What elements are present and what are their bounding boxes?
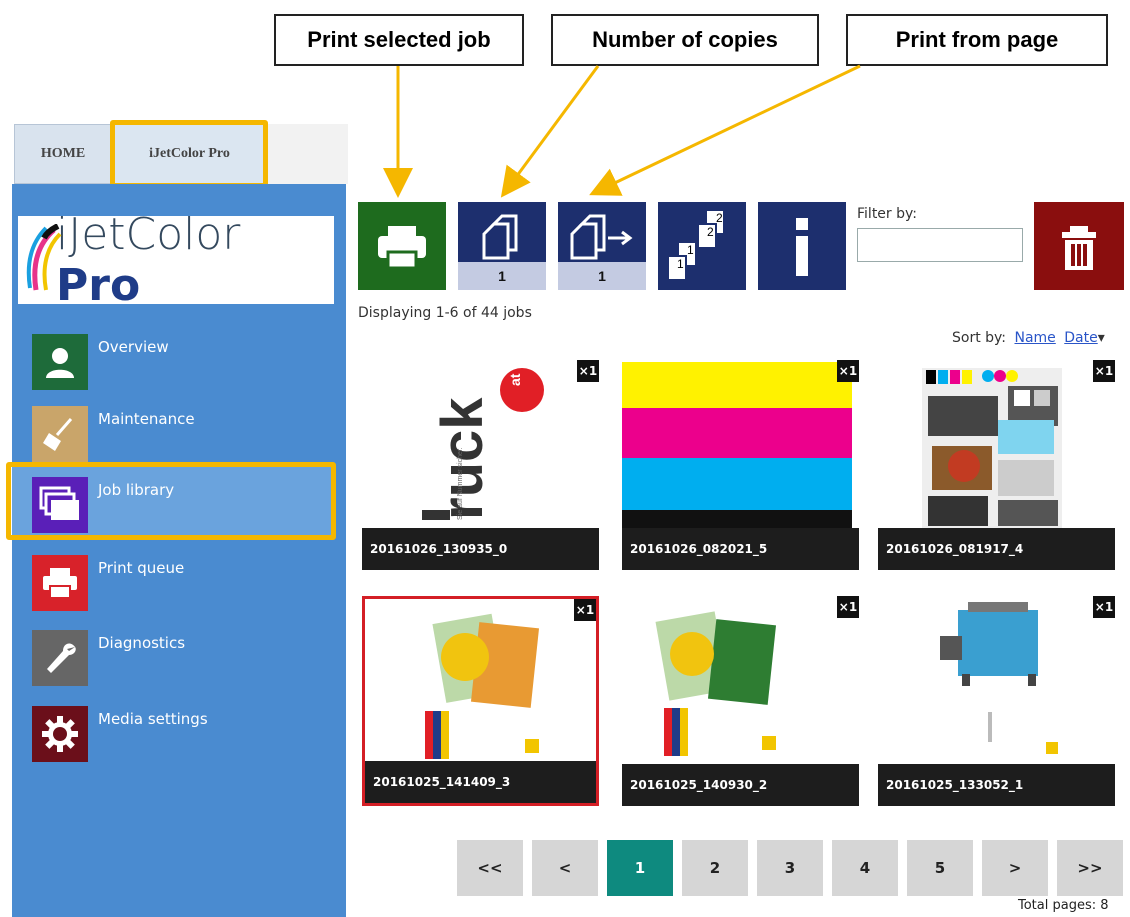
- sort-by-date-link[interactable]: Date: [1064, 330, 1097, 346]
- trash-icon: [1062, 226, 1096, 270]
- job-thumbnail: [878, 596, 1115, 764]
- page-order-button[interactable]: 2 2 1 1: [658, 202, 746, 290]
- callout-number-of-copies: Number of copies: [551, 14, 819, 66]
- job-card[interactable]: ×1 20161025_140930_2: [622, 596, 859, 806]
- job-name: 20161025_140930_2: [622, 764, 859, 806]
- sidebar-item-diagnostics[interactable]: Diagnostics: [32, 630, 332, 686]
- from-page-value: 1: [558, 262, 646, 290]
- pagination-prev-button[interactable]: <: [532, 840, 598, 896]
- pagination-page-1[interactable]: 1: [607, 840, 673, 896]
- filter-input[interactable]: [857, 228, 1023, 262]
- callout-print-selected-job: Print selected job: [274, 14, 524, 66]
- page-arrow-icon: [570, 214, 633, 260]
- callout-print-from-page: Print from page: [846, 14, 1108, 66]
- copies-badge: ×1: [577, 360, 599, 382]
- pagination-first-button[interactable]: <<: [457, 840, 523, 896]
- job-card[interactable]: at ruck Sie auf Nummer sicher. ×1 201610…: [362, 360, 599, 570]
- copies-badge: ×1: [1093, 596, 1115, 618]
- job-name: 20161026_082021_5: [622, 528, 859, 570]
- sort-by-name-link[interactable]: Name: [1014, 330, 1055, 346]
- job-card[interactable]: ×1 20161026_082021_5: [622, 360, 859, 570]
- svg-text:Sie auf Nummer sicher.: Sie auf Nummer sicher.: [457, 447, 464, 520]
- pagination-page-4[interactable]: 4: [832, 840, 898, 896]
- copies-badge: ×1: [837, 360, 859, 382]
- job-count-status: Displaying 1-6 of 44 jobs: [358, 305, 532, 321]
- tab-ijetcolor-pro[interactable]: iJetColor Pro: [112, 124, 267, 184]
- job-name: 20161025_133052_1: [878, 764, 1115, 806]
- sidebar-item-label: Media settings: [98, 710, 208, 728]
- job-thumbnail: [878, 360, 1115, 528]
- stacked-pages-icon: [32, 477, 88, 533]
- job-card-selected[interactable]: ×1 20161025_141409_3: [362, 596, 599, 806]
- sidebar-item-print-queue[interactable]: Print queue: [32, 555, 332, 611]
- copies-badge: ×1: [1093, 360, 1115, 382]
- info-icon: [796, 218, 808, 276]
- svg-text:1: 1: [677, 257, 684, 271]
- job-name: 20161026_081917_4: [878, 528, 1115, 570]
- job-thumbnail: [622, 596, 859, 764]
- pagination-page-3[interactable]: 3: [757, 840, 823, 896]
- sidebar-item-media-settings[interactable]: Media settings: [32, 706, 332, 762]
- total-pages: Total pages: 8: [1018, 898, 1109, 913]
- logo-wordmark: iJetColor Pro: [56, 209, 241, 311]
- job-thumbnail: at ruck Sie auf Nummer sicher.: [362, 360, 599, 528]
- sidebar-item-label: Diagnostics: [98, 634, 186, 652]
- svg-text:2: 2: [707, 225, 714, 239]
- pagination-next-button[interactable]: >: [982, 840, 1048, 896]
- job-card[interactable]: ×1 20161025_133052_1: [878, 596, 1115, 806]
- copies-pages-icon: [482, 214, 518, 260]
- job-thumbnail: [622, 360, 859, 528]
- person-icon: [32, 334, 88, 390]
- sort-caret-icon[interactable]: ▾: [1098, 330, 1105, 346]
- sidebar-item-label: Job library: [98, 481, 175, 499]
- sidebar-item-label: Print queue: [98, 559, 185, 577]
- print-selected-job-button[interactable]: [358, 202, 446, 290]
- number-of-copies-button[interactable]: 1: [458, 202, 546, 290]
- sort-label: Sort by:: [952, 330, 1007, 346]
- printer-icon: [378, 226, 426, 270]
- copies-badge: ×1: [574, 599, 596, 621]
- pagination-last-button[interactable]: >>: [1057, 840, 1123, 896]
- sidebar-item-maintenance[interactable]: Maintenance: [32, 406, 332, 462]
- svg-text:at: at: [507, 373, 523, 386]
- wrench-icon: [32, 630, 88, 686]
- arrow-copies: [500, 65, 600, 198]
- job-thumbnail: [365, 599, 596, 767]
- logo-swoosh-icon: [26, 224, 62, 291]
- tab-home[interactable]: HOME: [14, 124, 112, 184]
- pagination-page-2[interactable]: 2: [682, 840, 748, 896]
- pagination-page-5[interactable]: 5: [907, 840, 973, 896]
- gear-icon: [32, 706, 88, 762]
- info-button[interactable]: [758, 202, 846, 290]
- sidebar-item-label: Overview: [98, 338, 169, 356]
- broom-icon: [32, 406, 88, 462]
- copies-value: 1: [458, 262, 546, 290]
- printer-icon: [32, 555, 88, 611]
- copies-badge: ×1: [837, 596, 859, 618]
- job-name: 20161025_141409_3: [365, 761, 596, 803]
- page-order-icon: 2 2 1 1: [667, 209, 725, 281]
- svg-text:1: 1: [687, 243, 694, 257]
- job-name: 20161026_130935_0: [362, 528, 599, 570]
- tab-bar: HOME iJetColor Pro: [14, 124, 348, 184]
- sidebar-item-label: Maintenance: [98, 410, 195, 428]
- arrow-from-page: [589, 64, 861, 196]
- svg-text:2: 2: [716, 211, 723, 225]
- sidebar-item-overview[interactable]: Overview: [32, 334, 332, 390]
- ijetcolor-logo: iJetColor Pro: [18, 209, 334, 311]
- print-from-page-button[interactable]: 1: [558, 202, 646, 290]
- sort-controls: Sort by: Name Date▾: [952, 330, 1105, 346]
- delete-button[interactable]: [1034, 202, 1124, 290]
- filter-label: Filter by:: [857, 206, 917, 222]
- job-card[interactable]: ×1 20161026_081917_4: [878, 360, 1115, 570]
- sidebar-item-job-library[interactable]: Job library: [32, 477, 332, 533]
